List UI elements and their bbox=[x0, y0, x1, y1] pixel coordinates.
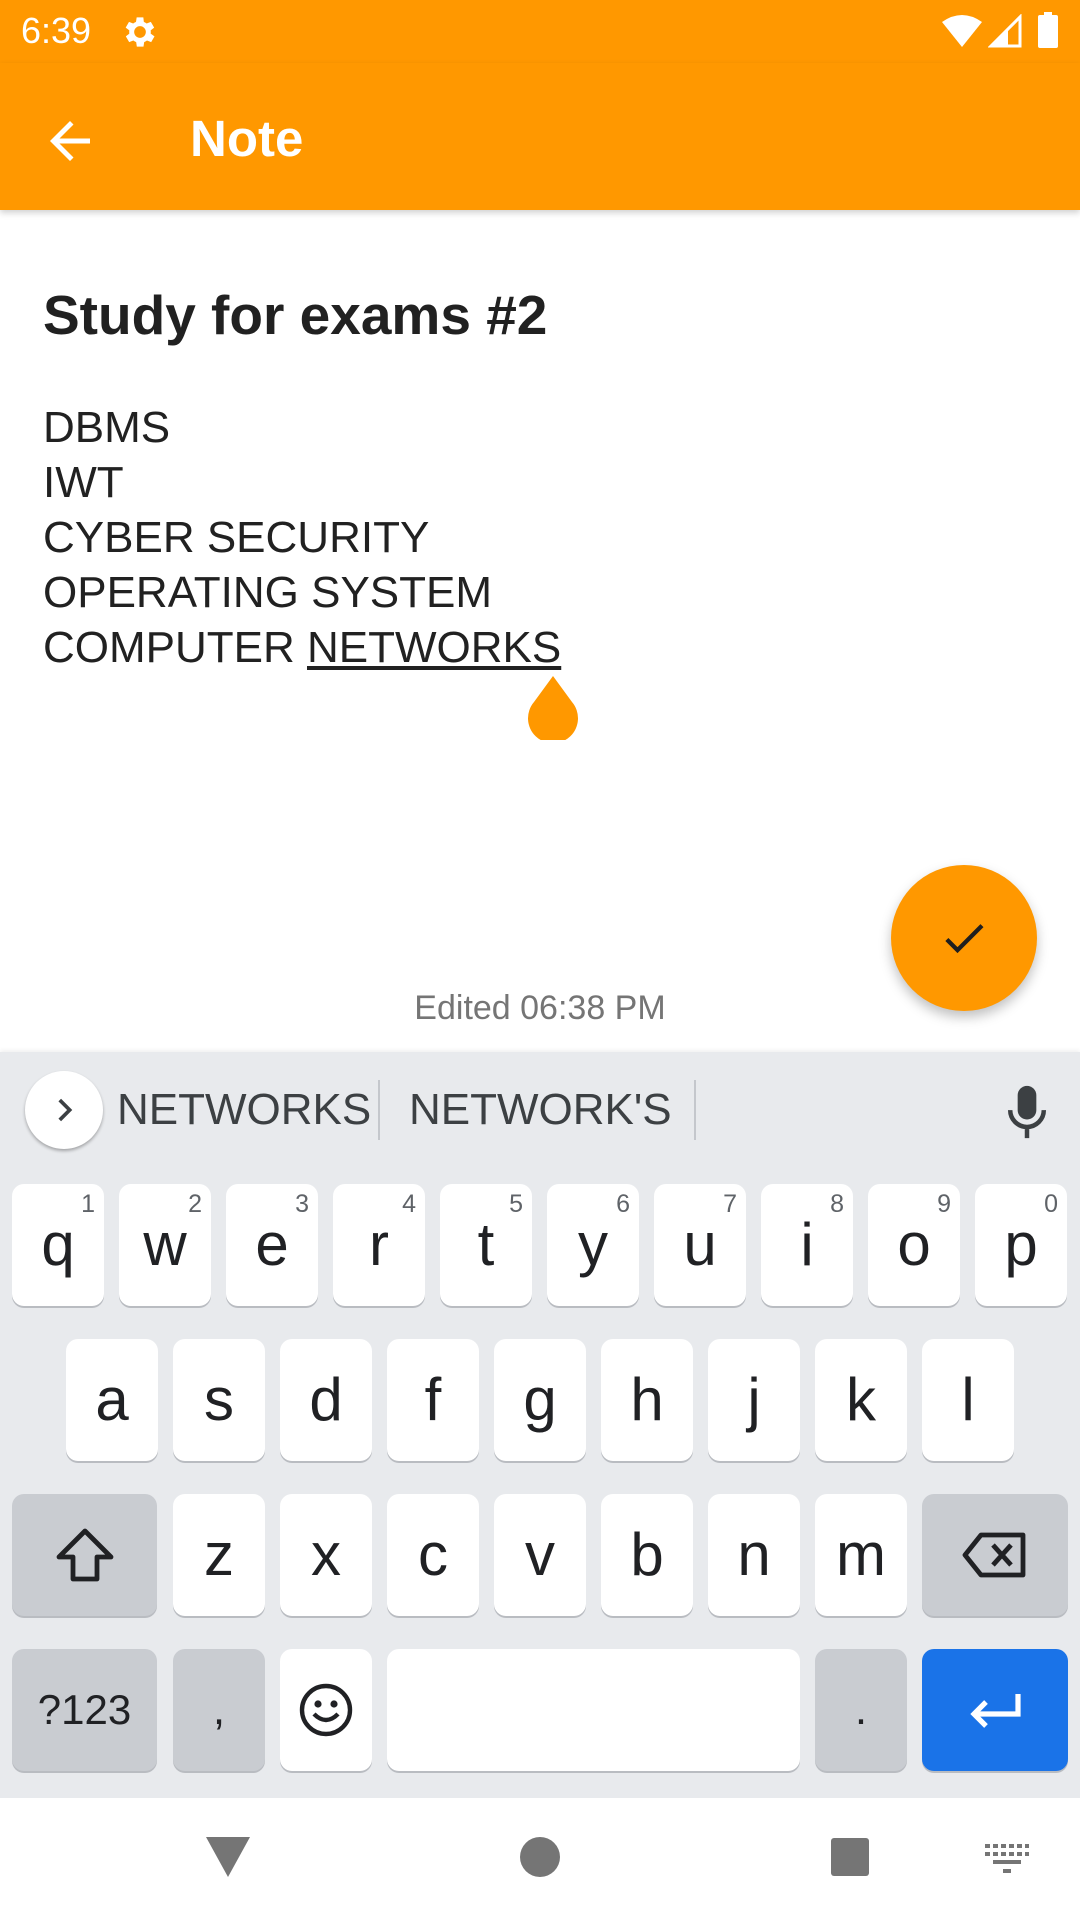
note-title[interactable]: Study for exams #2 bbox=[43, 283, 547, 347]
shift-arrow-icon bbox=[56, 1528, 113, 1582]
arrow-back-icon[interactable] bbox=[40, 111, 100, 171]
note-line: OPERATING SYSTEM bbox=[43, 568, 493, 617]
period-key[interactable]: . bbox=[815, 1649, 907, 1771]
key-t[interactable]: 5t bbox=[440, 1184, 532, 1306]
check-icon bbox=[945, 924, 984, 954]
microphone-icon[interactable] bbox=[1004, 1084, 1050, 1140]
signal-icon bbox=[988, 14, 1022, 48]
space-key[interactable] bbox=[387, 1649, 800, 1771]
suggestion-divider bbox=[378, 1080, 380, 1140]
key-e[interactable]: 3e bbox=[226, 1184, 318, 1306]
backspace-icon bbox=[962, 1532, 1026, 1578]
key-i[interactable]: 8i bbox=[761, 1184, 853, 1306]
backspace-key[interactable] bbox=[922, 1494, 1068, 1616]
note-line: DBMS bbox=[43, 403, 171, 452]
chevron-right-icon bbox=[58, 1098, 73, 1122]
composing-word: NETWORKS bbox=[307, 623, 562, 672]
suggestion-2[interactable]: NETWORK'S bbox=[409, 1084, 672, 1136]
key-v[interactable]: v bbox=[494, 1494, 586, 1616]
enter-return-icon bbox=[970, 1694, 1021, 1728]
note-body-field[interactable]: DBMS IWT CYBER SECURITY OPERATING SYSTEM… bbox=[43, 400, 1043, 675]
key-r[interactable]: 4r bbox=[333, 1184, 425, 1306]
gear-icon bbox=[125, 17, 155, 47]
key-p[interactable]: 0p bbox=[975, 1184, 1067, 1306]
key-b[interactable]: b bbox=[601, 1494, 693, 1616]
key-j[interactable]: j bbox=[708, 1339, 800, 1461]
key-z[interactable]: z bbox=[173, 1494, 265, 1616]
note-line: CYBER SECURITY bbox=[43, 513, 430, 562]
home-circle-icon[interactable] bbox=[519, 1836, 561, 1878]
suggestion-strip: NETWORKS NETWORK'S bbox=[0, 1052, 1080, 1168]
key-q[interactable]: 1q bbox=[12, 1184, 104, 1306]
recents-square-icon[interactable] bbox=[830, 1837, 870, 1877]
key-u[interactable]: 7u bbox=[654, 1184, 746, 1306]
suggestion-divider bbox=[694, 1080, 696, 1140]
battery-icon bbox=[1038, 12, 1058, 48]
key-n[interactable]: n bbox=[708, 1494, 800, 1616]
note-line: IWT bbox=[43, 458, 124, 507]
key-w[interactable]: 2w bbox=[119, 1184, 211, 1306]
symbols-key[interactable]: ?123 bbox=[12, 1649, 157, 1771]
key-o[interactable]: 9o bbox=[868, 1184, 960, 1306]
key-y[interactable]: 6y bbox=[547, 1184, 639, 1306]
note-line: COMPUTER NETWORKS bbox=[43, 620, 1043, 675]
key-x[interactable]: x bbox=[280, 1494, 372, 1616]
wifi-icon bbox=[942, 15, 982, 47]
key-l[interactable]: l bbox=[922, 1339, 1014, 1461]
status-time: 6:39 bbox=[21, 10, 92, 51]
expand-toolbar-button[interactable] bbox=[25, 1071, 103, 1149]
edited-timestamp: Edited 06:38 PM bbox=[414, 989, 666, 1027]
key-g[interactable]: g bbox=[494, 1339, 586, 1461]
note-line-prefix: COMPUTER bbox=[43, 623, 307, 672]
key-m[interactable]: m bbox=[815, 1494, 907, 1616]
suggestion-1[interactable]: NETWORKS bbox=[117, 1084, 371, 1136]
key-a[interactable]: a bbox=[66, 1339, 158, 1461]
key-c[interactable]: c bbox=[387, 1494, 479, 1616]
keyboard-switch-icon[interactable] bbox=[985, 1844, 1029, 1874]
key-k[interactable]: k bbox=[815, 1339, 907, 1461]
navigation-bar bbox=[0, 1798, 1080, 1920]
emoji-smiley-icon bbox=[299, 1683, 353, 1737]
back-triangle-icon[interactable] bbox=[205, 1836, 251, 1878]
enter-key[interactable] bbox=[922, 1649, 1068, 1771]
shift-key[interactable] bbox=[12, 1494, 157, 1616]
key-s[interactable]: s bbox=[173, 1339, 265, 1461]
key-d[interactable]: d bbox=[280, 1339, 372, 1461]
page-title: Note bbox=[190, 110, 304, 167]
soft-keyboard: NETWORKS NETWORK'S 1q 2w 3e 4r 5t 6y 7u … bbox=[0, 1052, 1080, 1798]
emoji-key[interactable] bbox=[280, 1649, 372, 1771]
status-bar: 6:39 bbox=[0, 0, 1080, 63]
text-cursor-handle[interactable] bbox=[526, 676, 580, 740]
key-f[interactable]: f bbox=[387, 1339, 479, 1461]
comma-key[interactable]: , bbox=[173, 1649, 265, 1771]
key-h[interactable]: h bbox=[601, 1339, 693, 1461]
app-bar: Note bbox=[0, 63, 1080, 210]
